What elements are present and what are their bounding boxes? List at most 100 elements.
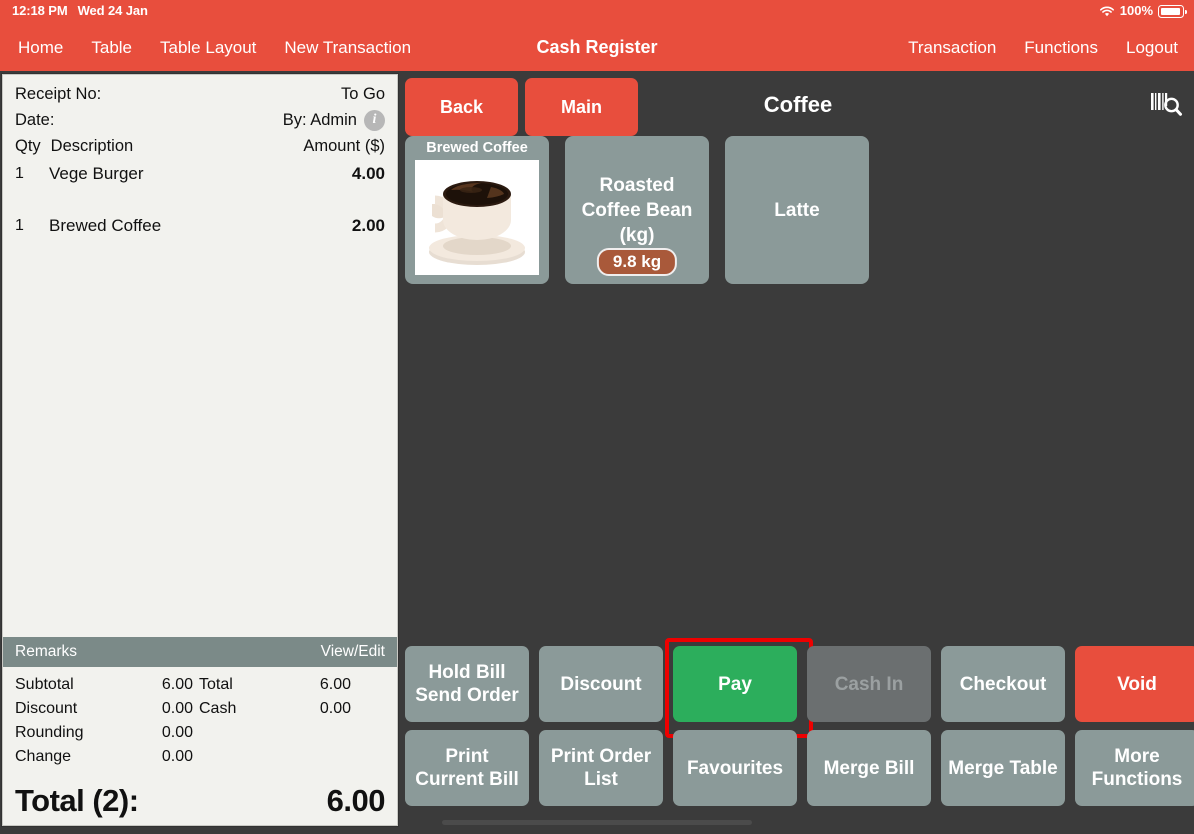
pay-button[interactable]: Pay [673,646,797,722]
nav-item-transaction[interactable]: Transaction [908,38,996,58]
totals-spacer [199,745,259,769]
line-item-description: Brewed Coffee [49,216,162,235]
column-header-qty: Qty [15,137,41,155]
merge-table-wrap: Merge Table [941,730,1065,806]
void-button[interactable]: Void [1075,646,1194,722]
print-order-list-button[interactable]: Print Order List [539,730,663,806]
category-title: Coffee [763,92,833,117]
battery-percent-label: 100% [1119,3,1153,18]
receipt-date-row: Date: By: Admin i [15,107,385,133]
main-nav-left: Home Table Table Layout New Transaction [18,24,411,71]
product-tile-label: Brewed Coffee [426,140,528,156]
cashier-label: By: Admin [282,111,357,129]
receipt-header: Receipt No: To Go Date: By: Admin i Qty … [3,75,397,160]
discount-value: 0.00 [161,700,193,717]
receipt-items-list[interactable]: 1 Vege Burger 4.00 1 Brewed Coffee 2.00 [3,160,397,637]
change-label: Change [15,748,72,765]
merge-bill-button[interactable]: Merge Bill [807,730,931,806]
cash-value: 0.00 [319,700,351,717]
line-item-qty: 1 [15,165,24,182]
receipt-no-row: Receipt No: To Go [15,81,385,107]
totals-grid: Subtotal 6.00 Total 6.00 Discount 0.00 C… [15,673,385,769]
line-item-qty: 1 [15,217,24,234]
print-order-list-wrap: Print Order List [539,730,663,806]
receipt-line-item[interactable]: 1 Brewed Coffee 2.00 [15,212,385,239]
nav-item-home[interactable]: Home [18,38,63,58]
grand-total-row: Total (2): 6.00 [3,769,397,825]
nav-item-table[interactable]: Table [91,38,132,58]
checkout-button[interactable]: Checkout [941,646,1065,722]
merge-table-button[interactable]: Merge Table [941,730,1065,806]
product-grid: Brewed Coffee Roasted Coffee Bean (kg) 9… [405,136,1191,636]
subtotal-label: Subtotal [15,676,74,693]
receipt-cashier: By: Admin i [283,107,385,133]
back-button[interactable]: Back [405,78,518,136]
function-row-1: Hold Bill Send Order Discount Pay Cash In… [405,638,1194,738]
top-header: 12:18 PM Wed 24 Jan 100% Home Table Tabl… [0,0,1194,71]
nav-item-logout[interactable]: Logout [1126,38,1178,58]
rounding-value: 0.00 [161,724,193,741]
battery-icon [1158,5,1187,18]
pay-wrap: Pay [665,638,813,738]
totals-spacer [199,721,259,745]
merge-bill-wrap: Merge Bill [807,730,931,806]
nav-item-functions[interactable]: Functions [1024,38,1098,58]
line-item-description: Vege Burger [49,164,144,183]
product-tile-label: Latte [774,199,820,221]
total-label: Total [199,676,233,693]
nav-item-table-layout[interactable]: Table Layout [160,38,256,58]
main-nav-row: Home Table Table Layout New Transaction … [0,24,1194,71]
receipt-no-label: Receipt No: [15,85,102,103]
totals-section: Subtotal 6.00 Total 6.00 Discount 0.00 C… [3,667,397,769]
status-bar-right: 100% [1099,3,1187,18]
checkout-wrap: Checkout [941,646,1065,722]
main-category-button[interactable]: Main [525,78,638,136]
function-row-2: Print Current Bill Print Order List Favour… [405,730,1194,806]
more-functions-button[interactable]: More Functions [1075,730,1194,806]
totals-spacer-value [265,745,351,769]
receipt-column-headers: Qty Description Amount ($) [15,133,385,160]
status-date: Wed 24 Jan [77,3,148,18]
favourites-wrap: Favourites [673,730,797,806]
status-bar-left: 12:18 PM Wed 24 Jan [12,3,148,18]
more-functions-wrap: More Functions [1075,730,1194,806]
line-item-spacer [15,187,385,212]
remarks-view-edit-button[interactable]: View/Edit [321,643,385,661]
nav-item-new-transaction[interactable]: New Transaction [284,38,411,58]
pos-app-screen: 12:18 PM Wed 24 Jan 100% Home Table Tabl… [0,0,1194,834]
remarks-label: Remarks [15,643,78,660]
coffee-cup-image [415,160,539,275]
rounding-label: Rounding [15,724,84,741]
grand-total-label: Total (2): [15,783,139,818]
hold-bill-send-order-button[interactable]: Hold Bill Send Order [405,646,529,722]
cash-in-button: Cash In [807,646,931,722]
function-button-grid: Hold Bill Send Order Discount Pay Cash In… [405,638,1194,806]
status-time: 12:18 PM [12,3,68,18]
product-tile-brewed-coffee[interactable]: Brewed Coffee [405,136,549,284]
void-wrap: Void [1075,646,1194,722]
favourites-button[interactable]: Favourites [673,730,797,806]
receipt-line-item[interactable]: 1 Vege Burger 4.00 [15,160,385,187]
catalog-panel: Back Main Coffee Brewed Coffee Roasted C… [402,74,1194,834]
discount-label: Discount [15,700,78,717]
product-tile-roasted-coffee-bean[interactable]: Roasted Coffee Bean (kg) 9.8 kg [565,136,709,284]
cash-in-wrap: Cash In [807,646,931,722]
grand-total-value: 6.00 [326,783,386,818]
change-value: 0.00 [161,748,193,765]
column-header-description: Description [50,137,134,155]
hold-bill-wrap: Hold Bill Send Order [405,646,529,722]
order-type-badge: To Go [340,85,385,103]
info-icon[interactable]: i [364,109,385,131]
home-indicator [442,820,752,825]
column-header-amount: Amount ($) [303,137,385,155]
category-bar: Back Main Coffee [402,74,1194,136]
line-item-amount: 2.00 [351,216,385,235]
main-nav-right: Transaction Functions Logout [908,24,1178,71]
barcode-search-icon[interactable] [1148,88,1184,122]
cash-label: Cash [199,700,237,717]
receipt-date-label: Date: [15,111,55,129]
print-current-bill-button[interactable]: Print Current Bill [405,730,529,806]
product-tile-latte[interactable]: Latte [725,136,869,284]
discount-button[interactable]: Discount [539,646,663,722]
remarks-bar[interactable]: Remarks View/Edit [3,637,397,667]
